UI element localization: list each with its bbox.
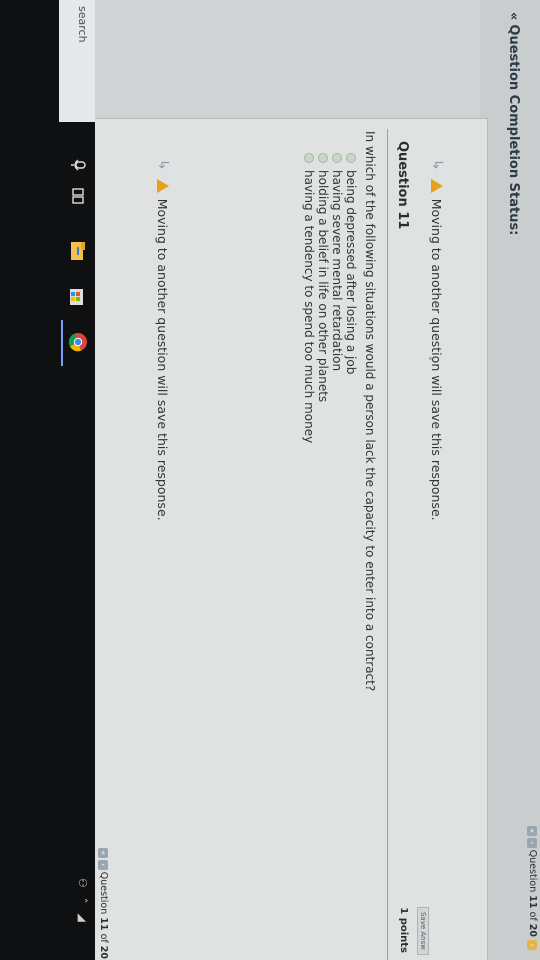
task-view-icon[interactable] (62, 181, 94, 211)
previous-question-button[interactable]: ‹ (527, 837, 538, 848)
question-header: Question 11 1 points (387, 129, 416, 960)
save-warning-top: ↳ Moving to another question will save t… (429, 159, 445, 521)
radio-button[interactable] (318, 153, 328, 163)
answer-list: being depressed after losing a job havin… (302, 153, 358, 443)
answer-label: being depressed after losing a job (344, 170, 358, 375)
nav-of: of (527, 911, 538, 921)
first-question-button[interactable]: « (527, 825, 538, 836)
status-label: Question Completion Status: (506, 24, 521, 236)
collapse-arrows-icon: « (506, 12, 521, 21)
warning-text: Moving to another question will save thi… (155, 198, 171, 521)
first-question-button[interactable]: « (98, 847, 109, 858)
answer-option[interactable]: being depressed after losing a job (344, 153, 358, 443)
answer-label: having severe mental retardation (330, 170, 344, 372)
answer-label: holding a belief in life on other planet… (316, 170, 330, 403)
answer-option[interactable]: having a tendency to spend too much mone… (302, 153, 316, 443)
question-navigation-top: « ‹ Question 11 of 20 › (527, 825, 538, 952)
save-answer-button[interactable]: Save Answ (417, 906, 429, 955)
radio-button[interactable] (346, 153, 356, 163)
radio-button[interactable] (332, 153, 342, 163)
browser-page: « ‹ Question 11 of 20 › « Question Comple… (94, 0, 540, 960)
network-icon[interactable]: ◢ (76, 913, 89, 921)
warning-text: Moving to another question will save thi… (429, 198, 445, 521)
radio-button[interactable] (304, 153, 314, 163)
taskbar: search ⚇ ˄ ◢ (0, 0, 95, 960)
nav-question-label: Question (98, 871, 109, 915)
corner-arrow-icon: ↳ (429, 159, 445, 171)
save-warning-bottom: ↳ Moving to another question will save t… (155, 159, 171, 521)
nav-total: 20 (98, 945, 109, 959)
file-explorer-icon[interactable] (62, 236, 94, 266)
question-completion-status[interactable]: « Question Completion Status: (506, 12, 521, 235)
screen: « ‹ Question 11 of 20 › « Question Comple… (0, 0, 540, 960)
chrome-icon[interactable] (62, 316, 94, 368)
search-label: search (76, 6, 89, 43)
question-navigation-bottom: « ‹ Question 11 of 20 (98, 847, 109, 959)
previous-question-button[interactable]: ‹ (98, 859, 109, 870)
nav-of: of (98, 933, 109, 943)
nav-question-label: Question (527, 849, 538, 893)
question-panel: ↳ Moving to another question will save t… (94, 118, 488, 960)
system-tray: ⚇ ˄ ◢ (76, 878, 89, 922)
nav-current: 11 (527, 895, 538, 909)
question-title: Question 11 (395, 141, 410, 230)
answer-label: having a tendency to spend too much mone… (302, 170, 316, 444)
nav-total: 20 (527, 923, 538, 937)
microphone-icon[interactable] (62, 150, 94, 180)
store-icon[interactable] (62, 282, 94, 312)
warning-icon (431, 178, 443, 193)
nav-current: 11 (98, 917, 109, 931)
question-points: 1 points (398, 907, 409, 953)
warning-icon (157, 178, 169, 193)
answer-option[interactable]: having severe mental retardation (330, 153, 344, 443)
chevron-up-icon[interactable]: ˄ (76, 898, 89, 904)
answer-option[interactable]: holding a belief in life on other planet… (316, 153, 330, 443)
next-question-button[interactable]: › (527, 940, 538, 950)
corner-arrow-icon: ↳ (155, 159, 171, 171)
question-text: In which of the following situations wou… (363, 131, 377, 692)
taskbar-search-box[interactable]: search (59, 0, 95, 122)
people-icon[interactable]: ⚇ (76, 878, 89, 888)
active-app-indicator (61, 320, 63, 366)
